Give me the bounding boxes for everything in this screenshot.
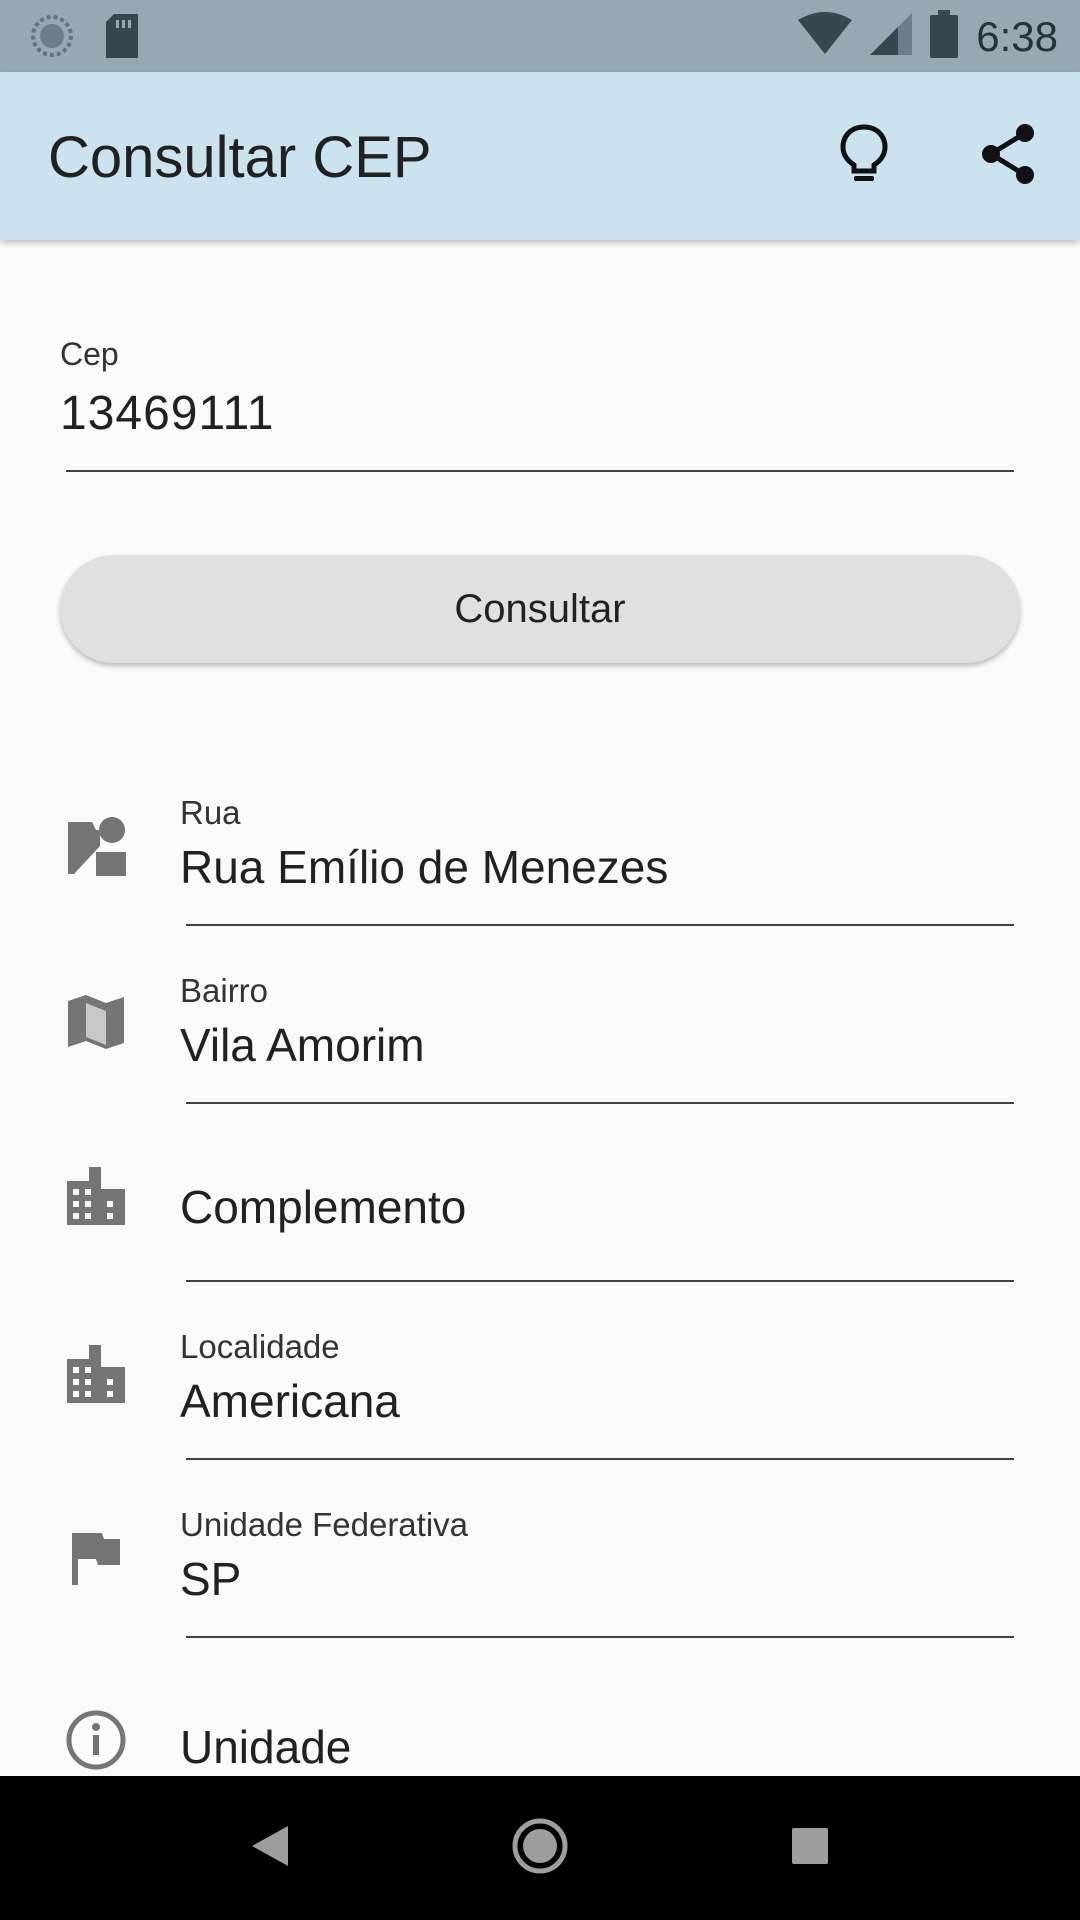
field-label: Localidade xyxy=(180,1328,340,1365)
sd-card-icon xyxy=(104,14,140,63)
home-icon xyxy=(510,1816,570,1881)
field-complemento[interactable]: Complemento xyxy=(0,1130,1080,1308)
lightbulb-button[interactable] xyxy=(822,114,906,198)
field-label: Rua xyxy=(180,794,241,831)
field-uf[interactable]: Unidade Federativa SP xyxy=(0,1486,1080,1664)
field-rua[interactable]: Rua Rua Emílio de Menezes xyxy=(0,774,1080,952)
home-button[interactable] xyxy=(504,1812,576,1884)
building-icon xyxy=(64,1164,128,1228)
field-underline xyxy=(186,1636,1014,1638)
field-underline xyxy=(186,1280,1014,1282)
city-icon xyxy=(64,1342,128,1406)
field-label: Unidade Federativa xyxy=(180,1506,469,1543)
share-button[interactable] xyxy=(966,114,1050,198)
navigation-bar xyxy=(0,1776,1080,1920)
consultar-button[interactable]: Consultar xyxy=(60,555,1020,663)
status-bar: 6:38 xyxy=(0,0,1080,72)
field-value[interactable]: Americana xyxy=(180,1374,400,1428)
cep-underline xyxy=(66,470,1014,472)
lightbulb-icon xyxy=(839,123,889,190)
street-icon xyxy=(64,814,128,878)
sync-icon xyxy=(30,14,74,63)
cep-input[interactable]: 13469111 xyxy=(60,386,274,441)
field-value[interactable]: SP xyxy=(180,1552,241,1606)
field-value[interactable]: Vila Amorim xyxy=(180,1018,425,1072)
field-underline xyxy=(186,1102,1014,1104)
share-icon xyxy=(979,123,1037,190)
field-bairro[interactable]: Bairro Vila Amorim xyxy=(0,952,1080,1130)
cep-field[interactable]: Cep 13469111 xyxy=(60,336,1014,478)
recents-button[interactable] xyxy=(774,1812,846,1884)
field-label: Bairro xyxy=(180,972,269,1009)
field-localidade[interactable]: Localidade Americana xyxy=(0,1308,1080,1486)
field-value[interactable]: Unidade xyxy=(180,1720,351,1774)
wifi-icon xyxy=(798,12,853,61)
clock: 6:38 xyxy=(976,12,1058,60)
cep-label: Cep xyxy=(60,336,119,372)
field-value[interactable]: Complemento xyxy=(180,1180,466,1234)
field-unidade[interactable]: Unidade xyxy=(0,1664,1080,1776)
back-icon xyxy=(248,1824,292,1873)
page-title: Consultar CEP xyxy=(48,125,432,190)
app-bar: Consultar CEP xyxy=(0,72,1080,240)
flag-icon xyxy=(64,1526,128,1590)
back-button[interactable] xyxy=(234,1812,306,1884)
field-underline xyxy=(186,924,1014,926)
field-value[interactable]: Rua Emílio de Menezes xyxy=(180,840,668,894)
battery-icon xyxy=(930,10,959,63)
recents-icon xyxy=(790,1826,830,1871)
signal-icon xyxy=(870,13,913,60)
main-content: Cep 13469111 Consultar Rua Rua Emílio de… xyxy=(0,240,1080,1776)
map-icon xyxy=(64,990,128,1054)
field-underline xyxy=(186,1458,1014,1460)
info-icon xyxy=(64,1708,128,1772)
